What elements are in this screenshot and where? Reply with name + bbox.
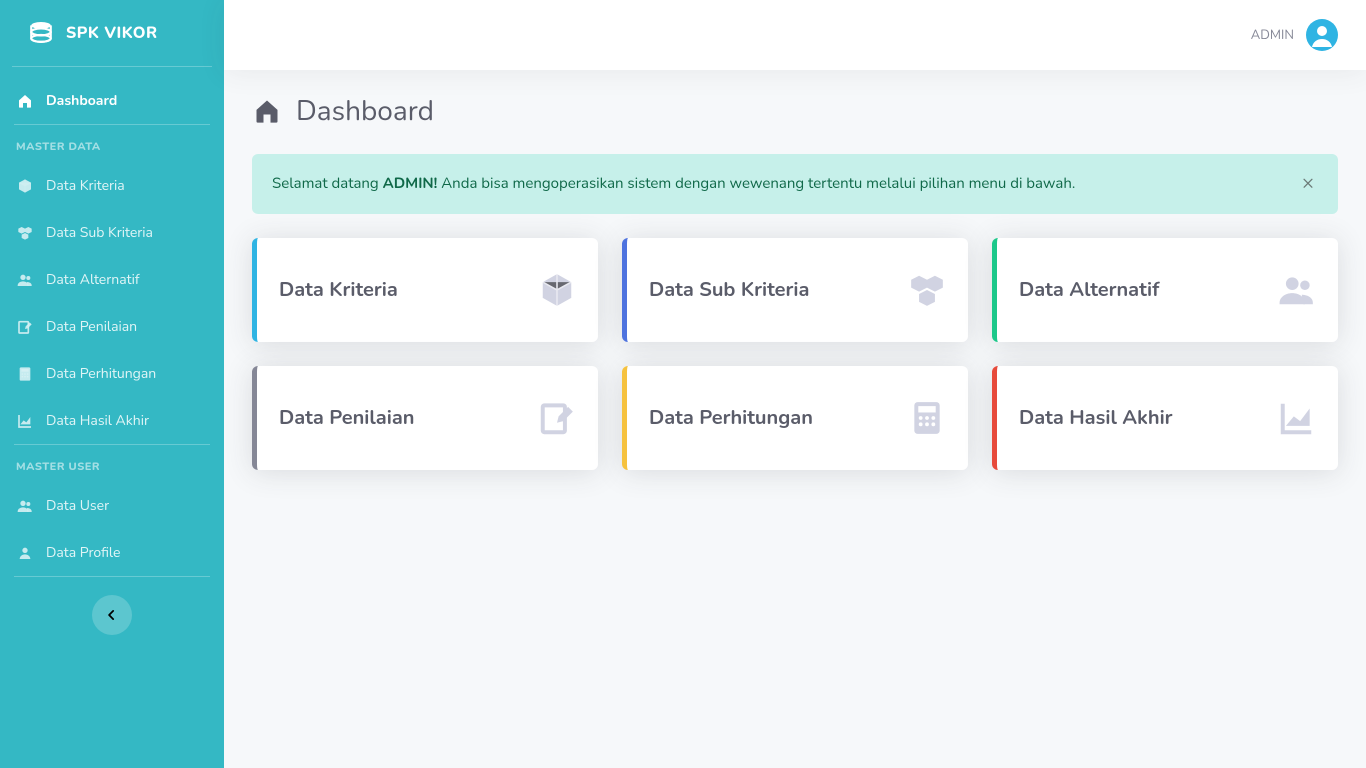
edit-icon bbox=[16, 318, 34, 336]
sidebar-toggle-wrap bbox=[0, 577, 224, 653]
users-cog-icon bbox=[16, 497, 34, 515]
page-title-text: Dashboard bbox=[296, 92, 434, 130]
sidebar-item-data-profile[interactable]: Data Profile bbox=[0, 529, 224, 576]
users-icon bbox=[16, 271, 34, 289]
avatar-icon bbox=[1306, 19, 1338, 51]
page-title: Dashboard bbox=[252, 92, 1338, 130]
sidebar-item-data-penilaian[interactable]: Data Penilaian bbox=[0, 303, 224, 350]
content: ADMIN Dashboard Selamat datang ADMIN! An… bbox=[224, 0, 1366, 768]
sidebar-item-data-perhitungan[interactable]: Data Perhitungan bbox=[0, 350, 224, 397]
card-data-perhitungan[interactable]: Data Perhitungan bbox=[622, 366, 968, 470]
users-icon bbox=[1278, 271, 1316, 309]
alert-rest: Anda bisa mengoperasikan sistem dengan w… bbox=[437, 174, 1075, 194]
sidebar-item-label: Data Penilaian bbox=[46, 317, 137, 336]
nav-heading-master-data: MASTER DATA bbox=[0, 125, 224, 162]
card-data-penilaian[interactable]: Data Penilaian bbox=[252, 366, 598, 470]
alert-message: Selamat datang ADMIN! Anda bisa mengoper… bbox=[272, 174, 1075, 194]
card-data-hasil-akhir[interactable]: Data Hasil Akhir bbox=[992, 366, 1338, 470]
card-title: Data Alternatif bbox=[1019, 277, 1159, 304]
database-icon bbox=[26, 18, 56, 48]
topbar-user-menu[interactable]: ADMIN bbox=[1251, 19, 1338, 51]
sidebar-item-label: Data Kriteria bbox=[46, 176, 125, 195]
sidebar-item-data-kriteria[interactable]: Data Kriteria bbox=[0, 162, 224, 209]
card-title: Data Sub Kriteria bbox=[649, 277, 809, 304]
alert-close-button[interactable]: × bbox=[1298, 170, 1318, 198]
chart-icon bbox=[1278, 399, 1316, 437]
cube-icon bbox=[16, 177, 34, 195]
card-title: Data Penilaian bbox=[279, 405, 414, 432]
sidebar-item-label: Data Hasil Akhir bbox=[46, 411, 149, 430]
sidebar-collapse-button[interactable] bbox=[92, 595, 132, 635]
close-icon: × bbox=[1302, 170, 1314, 197]
sidebar-item-label: Data Perhitungan bbox=[46, 364, 156, 383]
nav-heading-master-user: MASTER USER bbox=[0, 445, 224, 482]
sidebar: SPK VIKOR Dashboard MASTER DATA Data Kri… bbox=[0, 0, 224, 768]
sidebar-item-data-user[interactable]: Data User bbox=[0, 482, 224, 529]
sidebar-item-dashboard[interactable]: Dashboard bbox=[0, 77, 224, 124]
card-data-alternatif[interactable]: Data Alternatif bbox=[992, 238, 1338, 342]
edit-icon bbox=[538, 399, 576, 437]
sidebar-item-label: Data Profile bbox=[46, 543, 120, 562]
user-icon bbox=[16, 544, 34, 562]
sidebar-item-data-sub-kriteria[interactable]: Data Sub Kriteria bbox=[0, 209, 224, 256]
brand-text: SPK VIKOR bbox=[66, 22, 158, 44]
sidebar-item-label: Data Alternatif bbox=[46, 270, 140, 289]
home-icon bbox=[16, 92, 34, 110]
topbar: ADMIN bbox=[224, 0, 1366, 70]
calculator-icon bbox=[908, 399, 946, 437]
sidebar-item-data-alternatif[interactable]: Data Alternatif bbox=[0, 256, 224, 303]
card-data-kriteria[interactable]: Data Kriteria bbox=[252, 238, 598, 342]
alert-prefix: Selamat datang bbox=[272, 174, 383, 194]
main: Dashboard Selamat datang ADMIN! Anda bis… bbox=[224, 70, 1366, 768]
sidebar-item-data-hasil-akhir[interactable]: Data Hasil Akhir bbox=[0, 397, 224, 444]
cubes-icon bbox=[908, 271, 946, 309]
card-data-sub-kriteria[interactable]: Data Sub Kriteria bbox=[622, 238, 968, 342]
calculator-icon bbox=[16, 365, 34, 383]
alert-strong: ADMIN! bbox=[383, 174, 438, 194]
chevron-left-icon bbox=[105, 608, 119, 622]
welcome-alert: Selamat datang ADMIN! Anda bisa mengoper… bbox=[252, 154, 1338, 214]
cubes-icon bbox=[16, 224, 34, 242]
sidebar-item-label: Data Sub Kriteria bbox=[46, 223, 153, 242]
card-title: Data Hasil Akhir bbox=[1019, 405, 1173, 432]
sidebar-nav: Dashboard MASTER DATA Data Kriteria Data… bbox=[0, 67, 224, 653]
card-title: Data Kriteria bbox=[279, 277, 398, 304]
app-layout: SPK VIKOR Dashboard MASTER DATA Data Kri… bbox=[0, 0, 1366, 768]
home-icon bbox=[252, 96, 282, 126]
chart-icon bbox=[16, 412, 34, 430]
sidebar-item-label: Dashboard bbox=[46, 91, 117, 110]
sidebar-item-label: Data User bbox=[46, 496, 109, 515]
topbar-user-name: ADMIN bbox=[1251, 26, 1294, 44]
card-title: Data Perhitungan bbox=[649, 405, 813, 432]
cube-icon bbox=[538, 271, 576, 309]
dashboard-cards: Data Kriteria Data Sub Kriteria Data Alt… bbox=[252, 238, 1338, 470]
brand[interactable]: SPK VIKOR bbox=[12, 0, 212, 67]
